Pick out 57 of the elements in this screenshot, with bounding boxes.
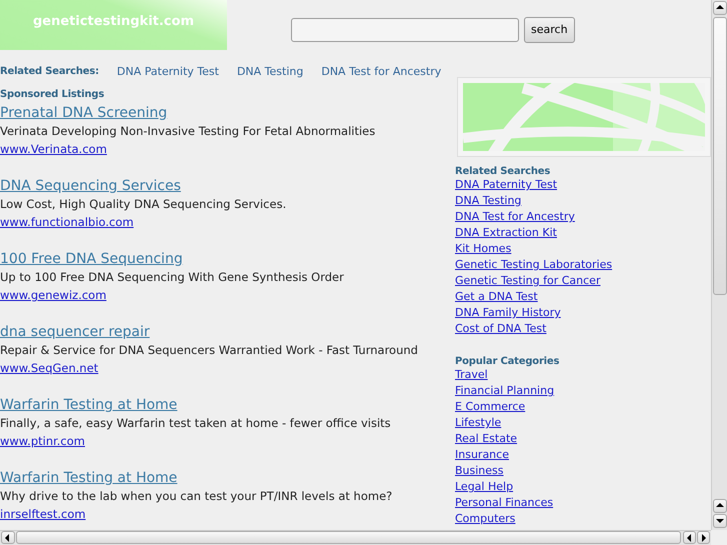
listing-description: Low Cost, High Quality DNA Sequencing Services. [0, 197, 286, 211]
listing-url-link[interactable]: inrselftest.com [0, 505, 86, 523]
listing-description: Repair & Service for DNA Sequencers Warrantied Work - Fast Turnaround [0, 343, 418, 357]
sidebar-link[interactable]: Kit Homes [455, 241, 512, 257]
sidebar-link[interactable]: Genetic Testing Laboratories [455, 257, 612, 273]
sidebar-link[interactable]: DNA Extraction Kit [455, 225, 557, 241]
scroll-thumb[interactable] [713, 17, 727, 295]
sidebar-link[interactable]: Lifestyle [455, 415, 502, 431]
sidebar-heading: Popular Categories [455, 356, 560, 367]
horizontal-scrollbar[interactable] [0, 530, 711, 545]
sidebar-link[interactable]: DNA Family History [455, 305, 561, 321]
listing-url-link[interactable]: www.functionalbio.com [0, 213, 134, 231]
listing-url-link[interactable]: www.SeqGen.net [0, 359, 98, 377]
sidebar-heading: Related Searches [455, 166, 550, 177]
scroll-left-button[interactable] [1, 531, 15, 544]
listing-title-link[interactable]: 100 Free DNA Sequencing [0, 250, 183, 268]
scroll-up-button[interactable] [713, 499, 727, 513]
sidebar-link[interactable]: Travel [455, 367, 488, 383]
listing-title-link[interactable]: dna sequencer repair [0, 323, 150, 341]
sidebar-link[interactable]: Cost of DNA Test [455, 321, 546, 337]
listing-title-link[interactable]: Warfarin Testing at Home [0, 469, 178, 487]
sidebar-link[interactable]: Personal Finances [455, 495, 554, 511]
sidebar-link[interactable]: Get a DNA Test [455, 289, 538, 305]
sidebar-link[interactable]: E Commerce [455, 399, 526, 415]
listing-description: Finally, a safe, easy Warfarin test taken at home - fewer office visits [0, 416, 391, 430]
sidebar-link[interactable]: Genetic Testing for Cancer [455, 273, 600, 289]
related-search-link[interactable]: DNA Testing [236, 64, 304, 80]
listing-title-link[interactable]: Warfarin Testing at Home [0, 396, 178, 414]
sidebar-link[interactable]: Real Estate [455, 431, 518, 447]
search-button[interactable]: search [524, 17, 575, 43]
vertical-scrollbar[interactable] [711, 0, 727, 530]
listing-url-link[interactable]: www.Verinata.com [0, 140, 107, 158]
related-searches-label: Related Searches: [0, 65, 99, 79]
sidebar-link[interactable]: Legal Help [455, 479, 514, 495]
sidebar-link[interactable]: DNA Test for Ancestry [455, 209, 575, 225]
scroll-right-button[interactable] [697, 531, 710, 544]
sidebar-link[interactable]: DNA Testing [455, 193, 522, 209]
listing-description: Verinata Developing Non-Invasive Testing For Fetal Abnormalities [0, 124, 376, 138]
listing-title-link[interactable]: DNA Sequencing Services [0, 177, 181, 195]
scroll-down-button[interactable] [713, 514, 727, 528]
scroll-left-button[interactable] [683, 531, 696, 544]
listing-description: Why drive to the lab when you can test your PT/INR levels at home? [0, 489, 392, 503]
sponsored-listings-heading: Sponsored Listings [0, 88, 104, 102]
listing-url-link[interactable]: www.ptinr.com [0, 432, 85, 450]
sidebar-link[interactable]: Insurance [455, 447, 509, 463]
sidebar-link[interactable]: Business [455, 463, 504, 479]
listing-description: Up to 100 Free DNA Sequencing With Gene Synthesis Order [0, 270, 344, 284]
search-field[interactable] [291, 18, 519, 42]
listing-url-link[interactable]: www.genewiz.com [0, 286, 106, 304]
scroll-thumb[interactable] [16, 531, 681, 544]
listing-title-link[interactable]: Prenatal DNA Screening [0, 104, 168, 122]
sidebar-link[interactable]: Financial Planning [455, 383, 554, 399]
scroll-up-button[interactable] [713, 1, 727, 15]
sidebar-link[interactable]: DNA Paternity Test [455, 177, 558, 193]
related-search-link[interactable]: DNA Paternity Test [116, 64, 219, 80]
related-search-link[interactable]: DNA Test for Ancestry [321, 64, 442, 80]
sidebar-link[interactable]: Computers [455, 511, 516, 527]
